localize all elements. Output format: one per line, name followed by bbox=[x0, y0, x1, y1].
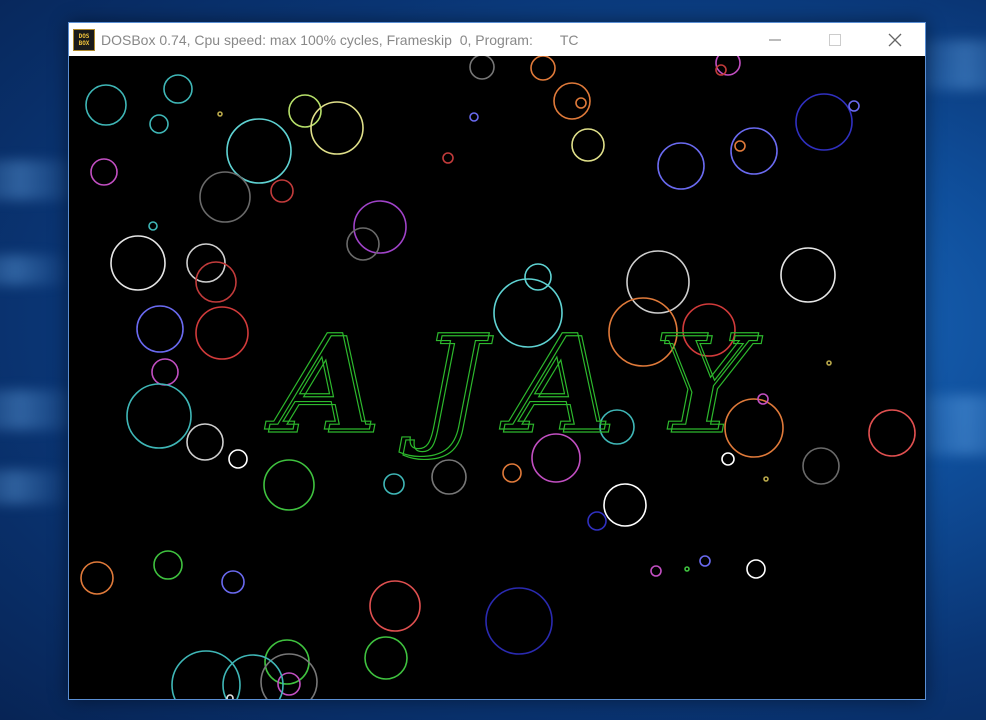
desktop-background: DOS BOX DOSBox 0.74, Cpu speed: max 100%… bbox=[0, 0, 986, 720]
bubble-circle bbox=[530, 56, 556, 81]
bubble-circle bbox=[217, 111, 223, 117]
bubble-circle bbox=[221, 570, 245, 594]
bubble-circle bbox=[270, 179, 294, 203]
close-icon bbox=[888, 33, 902, 46]
bubble-circle bbox=[868, 409, 916, 457]
bubble-circle bbox=[431, 459, 467, 495]
bubble-circle bbox=[226, 118, 292, 184]
bubble-circle bbox=[575, 97, 587, 109]
bubble-circle bbox=[734, 140, 746, 152]
dosbox-icon[interactable]: DOS BOX bbox=[73, 28, 95, 51]
dos-screen[interactable]: AJAYAJAY bbox=[69, 56, 925, 699]
bubble-circle bbox=[746, 559, 766, 579]
bubble-circle bbox=[310, 101, 364, 155]
dosbox-icon-text-top: DOS bbox=[78, 32, 90, 40]
bubble-circle bbox=[603, 483, 647, 527]
bubble-circle bbox=[151, 358, 179, 386]
bubble-circle bbox=[110, 235, 166, 291]
bubble-circle bbox=[126, 383, 192, 449]
bubble-circle bbox=[85, 84, 127, 126]
bubble-circle bbox=[571, 128, 605, 162]
bubble-circle bbox=[288, 94, 322, 128]
maximize-icon bbox=[829, 33, 841, 46]
graphics-canvas: A J A YA J A Y bbox=[80, 56, 916, 699]
bubble-circle bbox=[353, 200, 407, 254]
bubble-circle bbox=[80, 561, 114, 595]
bubble-circle bbox=[657, 142, 705, 190]
bubble-circle bbox=[90, 158, 118, 186]
bubble-circle bbox=[346, 227, 380, 261]
close-button[interactable] bbox=[865, 23, 925, 56]
bubble-circle bbox=[802, 447, 840, 485]
bubble-circle bbox=[228, 449, 248, 469]
bubble-circle bbox=[553, 82, 591, 120]
bubble-circle bbox=[369, 580, 421, 632]
bubble-circle bbox=[650, 565, 662, 577]
bubble-circle bbox=[149, 114, 169, 134]
bubble-circle bbox=[442, 152, 454, 164]
bubble-circle bbox=[383, 473, 405, 495]
banner-letter-outline: Y bbox=[658, 309, 763, 464]
bubble-circle bbox=[826, 360, 832, 366]
bubble-circle bbox=[136, 305, 184, 353]
bubble-circle bbox=[148, 221, 158, 231]
bubble-circle bbox=[795, 93, 853, 151]
bubble-circle bbox=[699, 555, 711, 567]
bubble-circle bbox=[199, 171, 251, 223]
bubble-circle bbox=[485, 587, 553, 655]
bubble-circle bbox=[626, 250, 690, 314]
bubble-circle bbox=[848, 100, 860, 112]
bubble-circle bbox=[684, 566, 690, 572]
bubble-circle bbox=[163, 74, 193, 104]
bubble-circle bbox=[263, 459, 315, 511]
bubble-circle bbox=[364, 636, 408, 680]
bubble-circle bbox=[780, 247, 836, 303]
banner-letter-outline: J bbox=[403, 309, 494, 464]
bubble-circle bbox=[226, 694, 234, 699]
dosbox-icon-text-bottom: BOX bbox=[78, 39, 90, 47]
bubble-circle bbox=[186, 423, 224, 461]
window-title: DOSBox 0.74, Cpu speed: max 100% cycles,… bbox=[101, 31, 579, 48]
minimize-icon bbox=[769, 39, 781, 40]
bubble-circle bbox=[587, 511, 607, 531]
banner-letter-outline: A bbox=[268, 309, 381, 464]
bubble-circle bbox=[171, 650, 241, 699]
bubble-circle bbox=[524, 263, 552, 291]
bubble-circle bbox=[195, 306, 249, 360]
bubble-circle bbox=[153, 550, 183, 580]
dosbox-window[interactable]: DOS BOX DOSBox 0.74, Cpu speed: max 100%… bbox=[68, 22, 926, 700]
bubble-circle bbox=[222, 654, 284, 699]
minimize-button[interactable] bbox=[745, 23, 805, 56]
window-titlebar[interactable]: DOS BOX DOSBox 0.74, Cpu speed: max 100%… bbox=[69, 23, 925, 56]
banner-letter-outline: A bbox=[503, 309, 616, 464]
bubble-circle bbox=[763, 476, 769, 482]
desktop-light-beam bbox=[0, 470, 70, 504]
maximize-button[interactable] bbox=[805, 23, 865, 56]
bubble-circle bbox=[469, 112, 479, 122]
bubble-circle bbox=[502, 463, 522, 483]
bubble-circle bbox=[469, 56, 495, 80]
desktop-light-beam bbox=[0, 255, 70, 285]
